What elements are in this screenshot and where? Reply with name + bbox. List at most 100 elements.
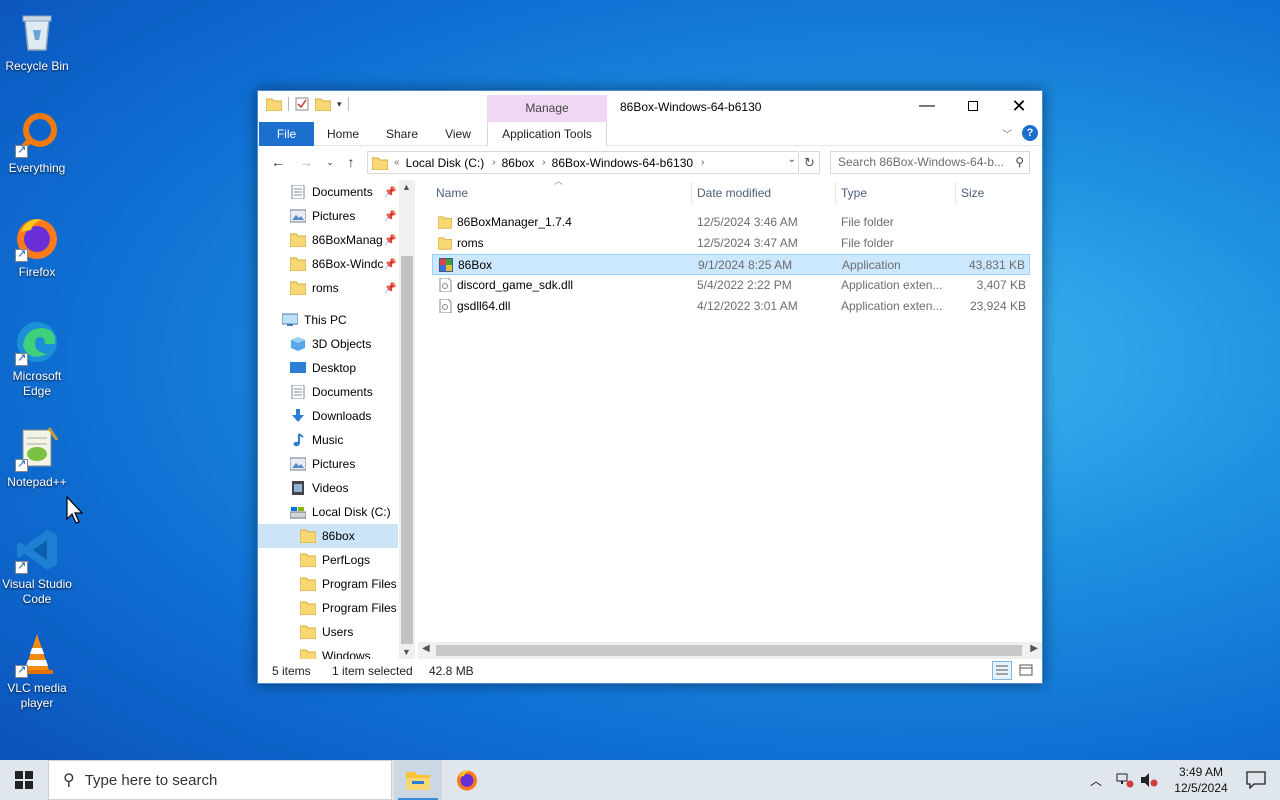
taskbar-file-explorer-button[interactable] <box>394 760 442 800</box>
volume-muted-icon[interactable] <box>1140 772 1158 788</box>
nav-item-86boxmanager-quick[interactable]: 86BoxManag 📌 <box>258 228 398 252</box>
desktop-icon-everything[interactable]: Everything <box>2 110 72 176</box>
nav-item-3d-objects[interactable]: 3D Objects <box>258 332 398 356</box>
nav-item-documents[interactable]: Documents <box>258 380 398 404</box>
tab-view[interactable]: View <box>438 122 478 146</box>
tab-share[interactable]: Share <box>380 122 424 146</box>
folder-icon[interactable] <box>266 97 282 111</box>
manage-context-tab[interactable]: Manage <box>487 95 607 122</box>
tab-home[interactable]: Home <box>322 122 364 146</box>
file-date: 12/5/2024 3:46 AM <box>697 215 798 229</box>
nav-item-pictures[interactable]: Pictures <box>258 452 398 476</box>
show-hidden-icons-chevron-icon[interactable]: ︿ <box>1090 772 1102 789</box>
title-bar[interactable]: ▾ Manage 86Box-Windows-64-b6130 — ✕ <box>258 91 1042 122</box>
nav-item-86box-windows-quick[interactable]: 86Box-Windc 📌 <box>258 252 398 276</box>
network-disconnected-icon[interactable] <box>1116 772 1134 788</box>
file-row-selected[interactable]: 86Box 9/1/2024 8:25 AM Application 43,83… <box>432 254 1030 275</box>
nav-item-local-disk[interactable]: Local Disk (C:) <box>258 500 398 524</box>
column-header-type[interactable]: Type <box>841 180 951 206</box>
breadcrumb-chevron-icon[interactable]: › <box>542 157 545 168</box>
taskbar-firefox-button[interactable] <box>443 760 491 800</box>
close-button[interactable]: ✕ <box>996 91 1042 121</box>
nav-item-program-files[interactable]: Program Files <box>258 572 398 596</box>
desktop-icon-vlc[interactable]: VLC media player <box>2 630 72 711</box>
maximize-button[interactable] <box>950 91 996 121</box>
file-name: discord_game_sdk.dll <box>457 278 574 292</box>
breadcrumb-overflow[interactable]: « <box>394 157 400 168</box>
desktop-icon-recycle-bin[interactable]: Recycle Bin <box>2 8 72 74</box>
recent-locations-button[interactable]: ⌄ <box>320 152 340 172</box>
nav-item-desktop[interactable]: Desktop <box>258 356 398 380</box>
windows-logo-icon <box>15 771 33 789</box>
nav-item-users[interactable]: Users <box>258 620 398 644</box>
nav-item-roms-quick[interactable]: roms 📌 <box>258 276 398 300</box>
column-header-date-modified[interactable]: Date modified <box>697 180 837 206</box>
column-header-name[interactable]: Name <box>436 180 686 206</box>
filelist-horizontal-scrollbar[interactable]: ◀ ▶ <box>418 642 1042 659</box>
file-name: roms <box>457 236 484 250</box>
file-explorer-window[interactable]: ▾ Manage 86Box-Windows-64-b6130 — ✕ File… <box>257 90 1043 684</box>
expand-ribbon-chevron-icon[interactable]: ﹀ <box>1002 126 1012 141</box>
taskbar-search-placeholder: Type here to search <box>84 771 218 789</box>
large-icons-view-button[interactable] <box>1016 661 1036 680</box>
breadcrumb-current-folder[interactable]: 86Box-Windows-64-b6130 <box>552 156 693 170</box>
back-button[interactable]: ← <box>268 152 288 172</box>
file-name: gsdll64.dll <box>457 299 511 313</box>
scroll-down-icon[interactable]: ▼ <box>402 647 411 657</box>
details-view-button[interactable] <box>992 661 1012 680</box>
breadcrumb-86box[interactable]: 86box <box>502 156 535 170</box>
scrollbar-thumb[interactable] <box>436 645 1022 656</box>
minimize-button[interactable]: — <box>904 91 950 121</box>
scroll-right-icon[interactable]: ▶ <box>1030 643 1038 654</box>
file-type: Application exten... <box>841 299 943 313</box>
clock[interactable]: 3:49 AM 12/5/2024 <box>1168 764 1234 796</box>
desktop-icon-vscode[interactable]: Visual Studio Code <box>2 526 72 607</box>
help-icon[interactable]: ? <box>1022 125 1038 141</box>
navpane-scrollbar[interactable]: ▲ ▼ <box>399 180 415 659</box>
desktop-icon-notepadpp[interactable]: Notepad++ <box>2 424 72 490</box>
desktop-icon-firefox[interactable]: Firefox <box>2 214 72 280</box>
nav-item-downloads[interactable]: Downloads <box>258 404 398 428</box>
file-row[interactable]: 86BoxManager_1.7.4 12/5/2024 3:46 AM Fil… <box>432 212 1030 233</box>
nav-item-music[interactable]: Music <box>258 428 398 452</box>
nav-item-this-pc[interactable]: This PC <box>258 308 398 332</box>
nav-item-documents-quick[interactable]: Documents 📌 <box>258 180 398 204</box>
nav-item-label: Desktop <box>312 361 357 375</box>
column-header-size[interactable]: Size <box>961 180 1021 206</box>
breadcrumb-chevron-icon[interactable]: › <box>492 157 495 168</box>
up-button[interactable]: ↑ <box>341 152 361 172</box>
desktop-icon-edge[interactable]: Microsoft Edge <box>2 318 72 399</box>
tab-file[interactable]: File <box>259 122 314 146</box>
forward-button[interactable]: → <box>296 152 316 172</box>
nav-item-86box[interactable]: 86box <box>258 524 398 548</box>
properties-icon[interactable] <box>295 97 309 111</box>
search-input[interactable]: Search 86Box-Windows-64-b... ⚲ <box>830 151 1030 174</box>
refresh-button[interactable]: ↻ <box>800 151 820 174</box>
breadcrumb-local-disk[interactable]: Local Disk (C:) <box>406 156 485 170</box>
scroll-up-icon[interactable]: ▲ <box>402 182 411 192</box>
breadcrumb-chevron-icon[interactable]: › <box>701 157 704 168</box>
new-folder-icon[interactable] <box>315 97 331 111</box>
nav-item-pictures-quick[interactable]: Pictures 📌 <box>258 204 398 228</box>
start-button[interactable] <box>0 760 48 800</box>
file-row[interactable]: roms 12/5/2024 3:47 AM File folder <box>432 233 1030 254</box>
nav-item-perflogs[interactable]: PerfLogs <box>258 548 398 572</box>
file-row[interactable]: discord_game_sdk.dll 5/4/2022 2:22 PM Ap… <box>432 275 1030 296</box>
status-selected: 1 item selected <box>332 664 413 678</box>
scroll-left-icon[interactable]: ◀ <box>422 643 430 654</box>
file-list[interactable]: ︿ Name Date modified Type Size 86BoxMana… <box>432 176 1032 640</box>
taskbar-search-input[interactable]: ⚲ Type here to search <box>48 760 392 800</box>
tab-application-tools[interactable]: Application Tools <box>487 122 607 146</box>
nav-item-videos[interactable]: Videos <box>258 476 398 500</box>
file-date: 9/1/2024 8:25 AM <box>698 258 793 272</box>
address-dropdown-icon[interactable]: ⌄ <box>788 154 796 165</box>
scrollbar-thumb[interactable] <box>401 256 413 644</box>
customize-toolbar-chevron-icon[interactable]: ▾ <box>337 99 342 110</box>
address-bar[interactable]: « Local Disk (C:) › 86box › 86Box-Window… <box>367 151 799 174</box>
file-date: 12/5/2024 3:47 AM <box>697 236 798 250</box>
file-row[interactable]: gsdll64.dll 4/12/2022 3:01 AM Applicatio… <box>432 296 1030 317</box>
nav-item-windows[interactable]: Windows <box>258 644 398 659</box>
navigation-pane[interactable]: Documents 📌 Pictures 📌 86BoxManag 📌 86Bo… <box>258 180 415 659</box>
notifications-icon[interactable] <box>1246 771 1266 789</box>
nav-item-program-files-x86[interactable]: Program Files ( <box>258 596 398 620</box>
